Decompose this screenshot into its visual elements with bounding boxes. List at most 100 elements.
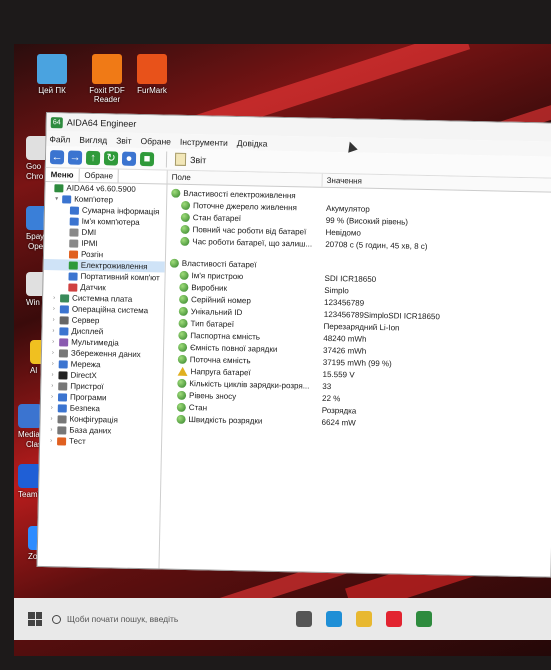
desktop-icon-label: Al [30, 366, 38, 375]
tree-node-icon [54, 183, 64, 192]
property-name: Стан [188, 402, 208, 412]
battery-icon [179, 270, 189, 280]
toolbar-divider [165, 151, 168, 168]
forward-arrow-icon[interactable]: → [67, 149, 83, 165]
tree-node-icon [69, 217, 79, 226]
tree-node-icon [69, 239, 79, 248]
tree-node-icon [58, 381, 68, 391]
tree-item-label: Ім'я комп'ютера [81, 216, 140, 227]
report-button[interactable]: Звіт [174, 152, 207, 167]
property-value: Перезарядний Li-Ion [323, 321, 400, 332]
tree-node-icon [59, 337, 69, 347]
tree-node-icon [57, 436, 67, 445]
up-icon[interactable]: ↑ [85, 150, 101, 165]
property-name: Паспортна ємність [190, 330, 261, 342]
desktop-icon-label: Win [26, 298, 40, 307]
property-name: Рівень зносу [189, 390, 237, 401]
property-name: Ємність повної зарядки [190, 342, 278, 354]
tree-item-label: Конфігурація [69, 414, 118, 425]
battery-icon [177, 354, 187, 364]
tree-node-icon [57, 425, 67, 434]
tree-item-label: Портативний комп'ют [80, 271, 160, 283]
desktop-icon[interactable]: FurMark [120, 54, 184, 95]
tree-node-icon [57, 414, 67, 423]
menu-item-1[interactable]: Вигляд [79, 134, 107, 145]
property-value: Розрядка [321, 405, 357, 416]
tree-item-label: Безпека [69, 403, 101, 414]
battery-icon [180, 224, 190, 234]
property-value: 37195 mWh (99 %) [322, 357, 392, 368]
property-value: Simplo [324, 285, 349, 295]
back-arrow-icon[interactable]: ← [49, 149, 65, 164]
desktop-icon-label: FurMark [137, 86, 167, 95]
tree-node-icon [57, 403, 67, 412]
tree-item-label: Мережа [70, 359, 101, 370]
tree-node-icon [60, 293, 70, 303]
aida64-icon[interactable] [416, 611, 432, 627]
battery-icon [179, 282, 189, 292]
menu-item-0[interactable]: Файл [49, 134, 70, 144]
tree-item-label: AIDA64 v6.60.5900 [66, 183, 136, 194]
property-name: Виробник [191, 282, 228, 293]
window-title: AIDA64 Engineer [66, 117, 137, 129]
menu-item-3[interactable]: Обране [141, 135, 172, 146]
tab-0[interactable]: Меню [45, 168, 80, 182]
property-value: 22 % [321, 393, 341, 403]
tree-node-icon [69, 206, 80, 215]
tree-node-icon [57, 392, 68, 402]
aida64-window[interactable]: 64 AIDA64 Engineer Файл Вигляд Звіт Обране І… [36, 112, 551, 578]
battery-icon [180, 212, 190, 222]
desktop-icon-label: Media [18, 430, 40, 439]
property-value: Акумулятор [325, 203, 370, 214]
property-field: Час роботи батареї, що залиш... [166, 236, 321, 248]
windows-start-icon[interactable] [28, 612, 42, 626]
property-name: Ім'я пристрою [191, 270, 244, 281]
edge-icon[interactable] [326, 611, 342, 627]
property-value: 48240 mWh [323, 333, 367, 344]
battery-icon [178, 306, 188, 316]
desktop-icon-label: Chro [26, 172, 44, 181]
property-name: Час роботи батареї, що залиш... [192, 236, 313, 249]
tree-item-label: Збереження даних [70, 348, 141, 360]
tree-item-label: Мультимедіа [71, 337, 119, 348]
tree-item-label: Дисплей [71, 326, 104, 337]
desktop-icon-label: Брау [26, 232, 45, 241]
taskbar-search[interactable]: Щоби почати пошук, введіть [52, 605, 222, 633]
property-value: 33 [322, 381, 332, 391]
tree-node-icon [69, 228, 79, 237]
column-header-field[interactable]: Поле [167, 170, 323, 187]
section-title: Властивості батареї [181, 258, 257, 269]
tab-1[interactable]: Обране [79, 168, 120, 183]
task-view-icon[interactable] [296, 611, 312, 627]
menu-item-5[interactable]: Довідка [237, 138, 268, 149]
battery-icon [177, 390, 187, 400]
details-panel: Поле Значення Властивості електроживленн… [159, 170, 551, 577]
tree-item[interactable]: › Тест [40, 435, 161, 449]
property-name: Тип батареї [190, 318, 235, 329]
property-name: Стан батареї [192, 212, 242, 223]
refresh-icon[interactable]: ↻ [103, 150, 119, 166]
property-value: 123456789 [323, 297, 365, 308]
users-icon[interactable]: ● [121, 151, 137, 166]
tree-item-label: DirectX [70, 370, 97, 381]
tree-item-label: Програми [69, 392, 107, 403]
column-header-value[interactable]: Значення [322, 174, 366, 188]
tree-node-icon [59, 326, 69, 336]
property-name: Повний час роботи від батареї [192, 224, 307, 236]
property-value: 99 % (Високий рівень) [325, 215, 409, 227]
desktop-icon-label: Goo [26, 162, 42, 171]
tree-node-icon [68, 272, 78, 281]
tree-item-label: Датчик [80, 282, 106, 293]
menu-item-2[interactable]: Звіт [116, 135, 132, 145]
property-name: Швидкість розрядки [188, 414, 263, 426]
battery-icon [176, 414, 186, 424]
property-value: Невідомо [325, 227, 361, 238]
furmark-icon [137, 54, 167, 84]
battery-icon [179, 294, 189, 304]
desktop-icon-tile[interactable] [18, 404, 42, 428]
chip-icon[interactable]: ■ [139, 151, 155, 166]
file-explorer-icon[interactable] [356, 611, 372, 627]
menu-item-4[interactable]: Інструменти [180, 136, 228, 147]
section-title: Властивості електроживлення [183, 188, 296, 200]
opera-icon[interactable] [386, 611, 402, 627]
